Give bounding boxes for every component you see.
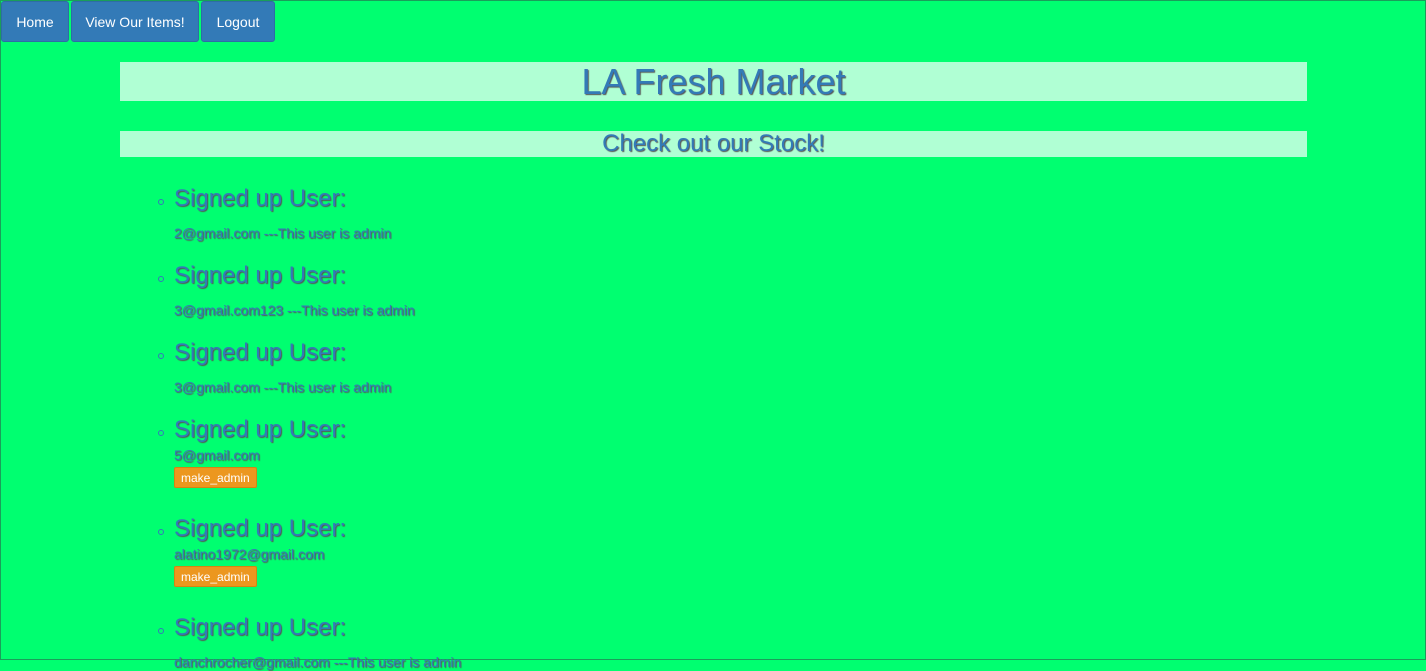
user-heading: Signed up User: (174, 614, 347, 641)
logout-button[interactable]: Logout (201, 1, 275, 42)
user-list: Signed up User: 2@gmail.com ---This user… (158, 184, 461, 670)
list-item: Signed up User: alatino1972@gmail.com ma… (158, 514, 461, 613)
home-button[interactable]: Home (1, 1, 69, 42)
page-subtitle: Check out our Stock! (120, 131, 1307, 157)
user-email: 5@gmail.com (174, 447, 260, 463)
user-heading: Signed up User: (174, 185, 347, 212)
list-item: Signed up User: 5@gmail.com make_admin (158, 415, 461, 514)
top-nav: Home View Our Items! Logout (1, 1, 275, 42)
list-item: Signed up User: danchrocher@gmail.com --… (158, 613, 461, 670)
user-email: 3@gmail.com ---This user is admin (174, 379, 392, 395)
list-item: Signed up User: 2@gmail.com ---This user… (158, 184, 461, 261)
bullet-icon (158, 353, 164, 359)
bullet-icon (158, 628, 164, 634)
user-email: 3@gmail.com123 ---This user is admin (174, 302, 415, 318)
list-item: Signed up User: 3@gmail.com123 ---This u… (158, 261, 461, 338)
user-email: danchrocher@gmail.com ---This user is ad… (174, 654, 462, 670)
bullet-icon (158, 529, 164, 535)
page-title: LA Fresh Market (120, 62, 1307, 101)
user-heading: Signed up User: (174, 339, 347, 366)
bullet-icon (158, 430, 164, 436)
make-admin-button[interactable]: make_admin (174, 467, 257, 488)
user-heading: Signed up User: (174, 262, 347, 289)
view-items-button[interactable]: View Our Items! (71, 1, 199, 42)
user-email: 2@gmail.com ---This user is admin (174, 225, 392, 241)
make-admin-button[interactable]: make_admin (174, 566, 257, 587)
bullet-icon (158, 199, 164, 205)
user-email: alatino1972@gmail.com (174, 546, 325, 562)
user-heading: Signed up User: (174, 416, 347, 443)
bullet-icon (158, 276, 164, 282)
list-item: Signed up User: 3@gmail.com ---This user… (158, 338, 461, 415)
user-heading: Signed up User: (174, 515, 347, 542)
